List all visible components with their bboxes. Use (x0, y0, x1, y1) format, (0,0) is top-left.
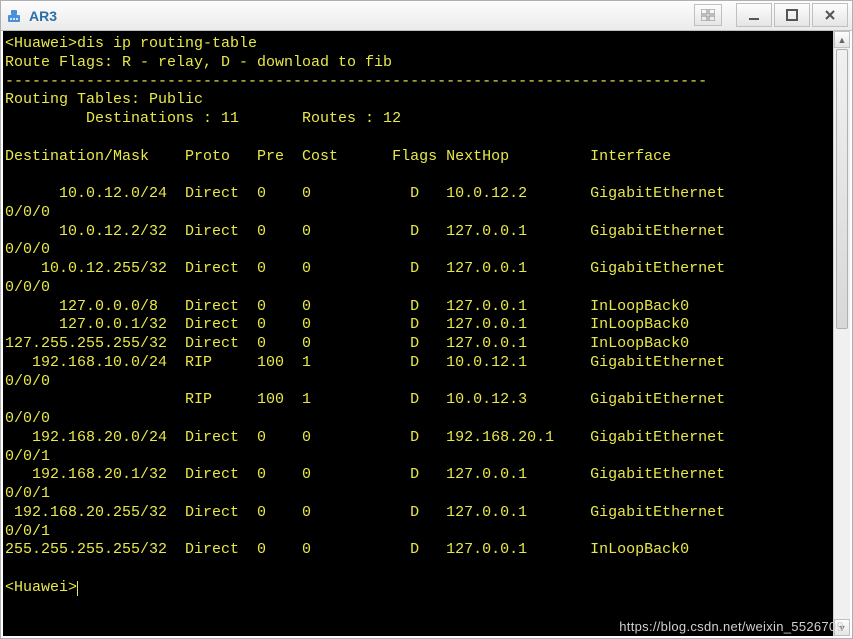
table-row: 0/0/0 (5, 373, 50, 390)
dest-routes-count: Destinations : 11 Routes : 12 (5, 110, 401, 127)
table-row: 192.168.20.1/32 Direct 0 0 D 127.0.0.1 G… (5, 466, 725, 483)
table-row: 10.0.12.255/32 Direct 0 0 D 127.0.0.1 Gi… (5, 260, 725, 277)
table-row: RIP 100 1 D 10.0.12.3 GigabitEthernet (5, 391, 725, 408)
table-row: 10.0.12.2/32 Direct 0 0 D 127.0.0.1 Giga… (5, 223, 725, 240)
watermark: https://blog.csdn.net/weixin_5526709 (619, 619, 844, 634)
table-row: 0/0/1 (5, 523, 50, 540)
table-row: 192.168.20.0/24 Direct 0 0 D 192.168.20.… (5, 429, 725, 446)
table-row: 192.168.10.0/24 RIP 100 1 D 10.0.12.1 Gi… (5, 354, 725, 371)
title-bar-controls (694, 3, 848, 27)
minimize-button[interactable] (736, 3, 772, 27)
column-header: Destination/Mask Proto Pre Cost Flags Ne… (5, 148, 671, 165)
table-row: 0/0/0 (5, 410, 50, 427)
maximize-button[interactable] (774, 3, 810, 27)
panel-button[interactable] (694, 4, 722, 26)
table-row: 0/0/0 (5, 204, 50, 221)
app-icon (5, 7, 23, 25)
cursor (77, 581, 78, 596)
app-window: AR3 <Huawei>dis ip routing-table R (0, 0, 853, 639)
scroll-thumb[interactable] (836, 49, 848, 329)
table-row: 0/0/1 (5, 485, 50, 502)
table-row: 127.255.255.255/32 Direct 0 0 D 127.0.0.… (5, 335, 689, 352)
table-row: 0/0/1 (5, 448, 50, 465)
prompt-end: <Huawei> (5, 579, 77, 596)
close-button[interactable] (812, 3, 848, 27)
table-row: 127.0.0.1/32 Direct 0 0 D 127.0.0.1 InLo… (5, 316, 689, 333)
window-title: AR3 (29, 8, 57, 24)
scrollbar[interactable]: ▲ ▼ (833, 31, 850, 636)
terminal-container: <Huawei>dis ip routing-table Route Flags… (3, 31, 850, 636)
title-bar[interactable]: AR3 (1, 1, 852, 31)
prompt-command: <Huawei>dis ip routing-table (5, 35, 257, 52)
terminal[interactable]: <Huawei>dis ip routing-table Route Flags… (3, 31, 833, 636)
table-row: 127.0.0.0/8 Direct 0 0 D 127.0.0.1 InLoo… (5, 298, 689, 315)
routing-tables-header: Routing Tables: Public (5, 91, 203, 108)
table-row: 0/0/0 (5, 241, 50, 258)
route-flags-line: Route Flags: R - relay, D - download to … (5, 54, 392, 71)
table-row: 255.255.255.255/32 Direct 0 0 D 127.0.0.… (5, 541, 689, 558)
table-row: 10.0.12.0/24 Direct 0 0 D 10.0.12.2 Giga… (5, 185, 725, 202)
separator-line: ----------------------------------------… (5, 73, 707, 90)
scroll-up-button[interactable]: ▲ (834, 31, 850, 48)
table-row: 192.168.20.255/32 Direct 0 0 D 127.0.0.1… (5, 504, 725, 521)
table-row: 0/0/0 (5, 279, 50, 296)
